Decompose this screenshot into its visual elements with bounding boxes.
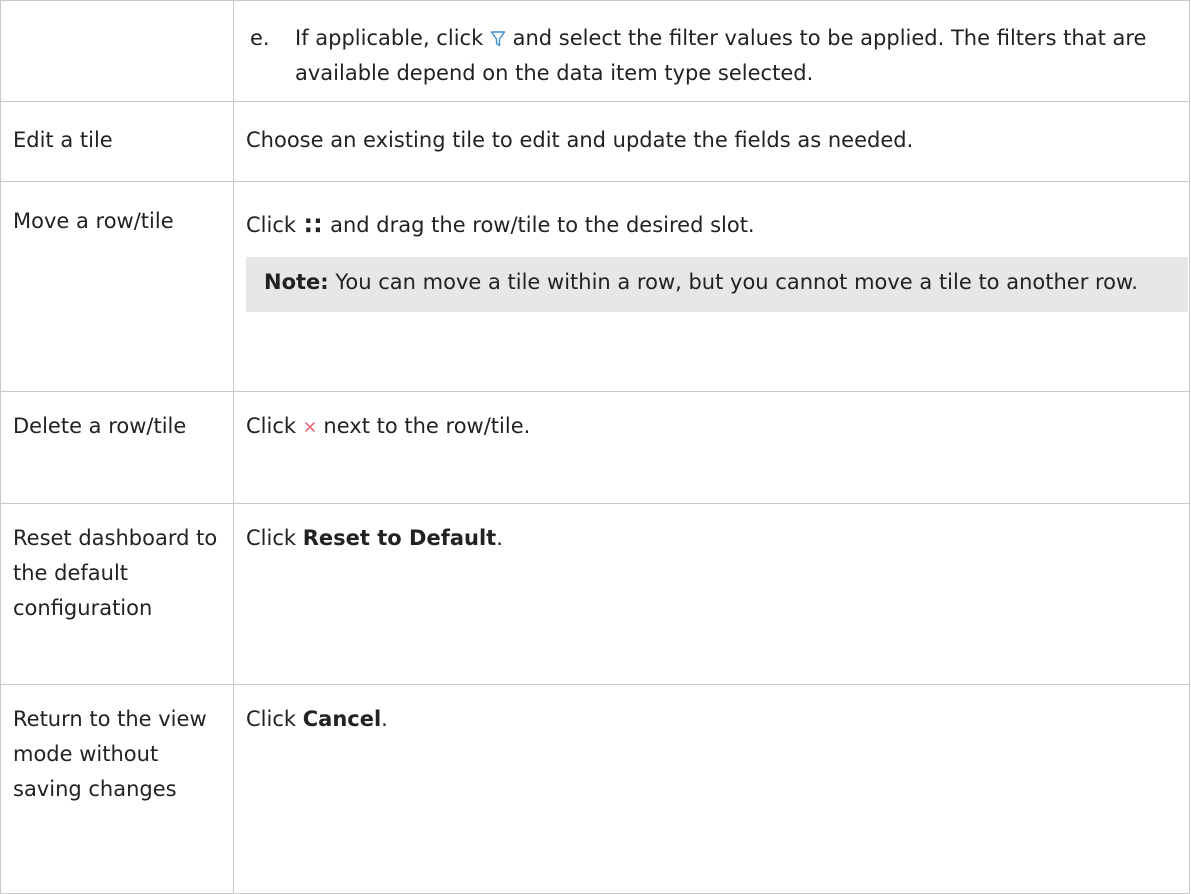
action-cell: Delete a row/tile <box>0 391 234 504</box>
description-cell: Click Cancel. <box>233 684 1190 894</box>
action-label: Reset dashboard to the default configura… <box>13 526 218 620</box>
action-label: Edit a tile <box>13 128 113 152</box>
description-before: Click <box>246 213 297 237</box>
description-text: Click Cancel. <box>234 685 1189 747</box>
step-letter: e. <box>250 26 270 50</box>
action-cell <box>0 0 234 102</box>
description-text: Click next to the row/tile. <box>234 392 1189 454</box>
filter-icon <box>490 30 506 48</box>
step-item: e. If applicable, click and select the f… <box>246 21 1167 91</box>
note-label: Note: <box>264 270 329 294</box>
table-row: Return to the view mode without saving c… <box>0 684 1190 894</box>
action-label <box>1 1 233 21</box>
description-cell: Click next to the row/tile. <box>233 391 1190 504</box>
table-row: e. If applicable, click and select the f… <box>0 0 1190 102</box>
description-before: Click <box>246 526 297 550</box>
action-label: Move a row/tile <box>13 209 174 233</box>
close-icon <box>303 420 317 434</box>
table-row: Move a row/tile Click ∷ and drag the row… <box>0 181 1190 392</box>
table-row: Reset dashboard to the default configura… <box>0 503 1190 685</box>
instructions-table: e. If applicable, click and select the f… <box>0 0 1190 894</box>
note-box: Note: You can move a tile within a row, … <box>246 257 1188 312</box>
note-text: You can move a tile within a row, but yo… <box>335 270 1138 294</box>
action-label: Return to the view mode without saving c… <box>13 707 207 801</box>
description-cell: Choose an existing tile to edit and upda… <box>233 101 1190 182</box>
drag-handle-icon: ∷ <box>304 212 322 240</box>
action-cell: Reset dashboard to the default configura… <box>0 503 234 685</box>
description-after: . <box>496 526 503 550</box>
description-after: next to the row/tile. <box>323 414 531 438</box>
action-label: Delete a row/tile <box>13 414 187 438</box>
action-cell: Edit a tile <box>0 101 234 182</box>
step-text-before: If applicable, click <box>295 26 484 50</box>
action-cell: Return to the view mode without saving c… <box>0 684 234 894</box>
description-cell: e. If applicable, click and select the f… <box>233 0 1190 102</box>
description-text: Choose an existing tile to edit and upda… <box>246 128 914 152</box>
action-cell: Move a row/tile <box>0 181 234 392</box>
cancel-label: Cancel <box>302 707 382 731</box>
description-after: and drag the row/tile to the desired slo… <box>330 213 755 237</box>
description-text: Click Reset to Default. <box>234 504 1189 566</box>
description-before: Click <box>246 707 297 731</box>
table-row: Edit a tile Choose an existing tile to e… <box>0 101 1190 182</box>
reset-to-default-label: Reset to Default <box>302 526 497 550</box>
description-cell: Click ∷ and drag the row/tile to the des… <box>233 181 1190 392</box>
description-text: Click ∷ and drag the row/tile to the des… <box>246 208 1167 243</box>
step-text: If applicable, click and select the filt… <box>295 21 1167 91</box>
table-row: Delete a row/tile Click next to the row/… <box>0 391 1190 504</box>
description-before: Click <box>246 414 297 438</box>
description-after: . <box>381 707 388 731</box>
description-cell: Click Reset to Default. <box>233 503 1190 685</box>
